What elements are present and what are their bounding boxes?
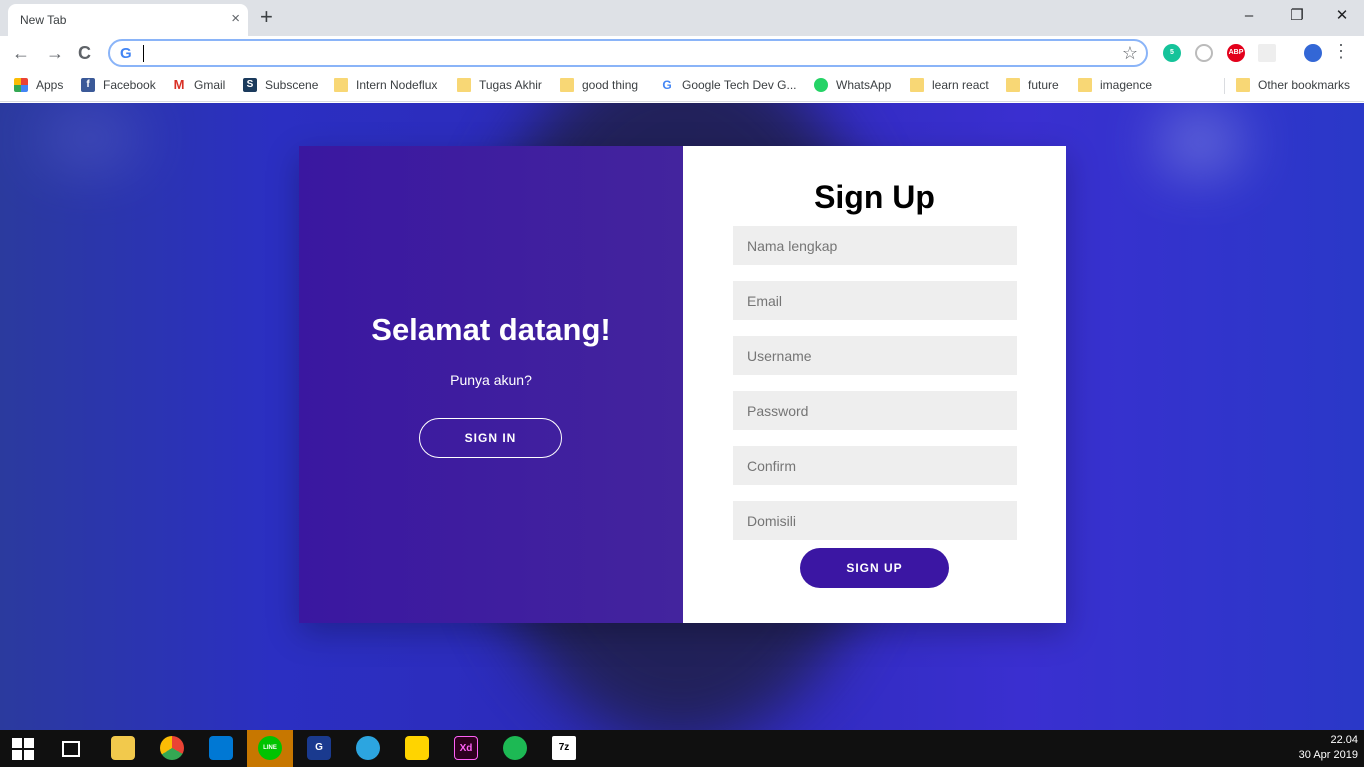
browser-menu-icon[interactable]: ⋮ [1332,41,1350,62]
tab-strip: New Tab × + – ❐ ✕ [0,0,1364,36]
address-bar[interactable]: G ☆ [108,39,1148,67]
task-view-icon[interactable] [62,741,80,757]
line-icon[interactable]: LINE [258,736,282,760]
folder-icon [1236,78,1250,92]
bookmark-whatsapp[interactable]: WhatsApp [814,78,891,92]
email-field[interactable] [733,281,1017,320]
gmail-icon: M [172,77,186,92]
folder-icon [1006,78,1020,92]
minimize-button[interactable]: – [1226,4,1272,28]
text-caret [143,45,144,62]
tab-close-icon[interactable]: × [231,10,240,28]
bookmark-star-icon[interactable]: ☆ [1122,43,1138,64]
bookmarks-bar: Apps f Facebook M Gmail S Subscene Inter… [0,70,1364,102]
bookmark-label: Tugas Akhir [479,78,542,92]
bookmark-label: Apps [36,78,64,92]
welcome-title: Selamat datang! [371,312,611,347]
bookmark-facebook[interactable]: f Facebook [81,78,156,92]
bookmark-imagence[interactable]: imagence [1078,78,1152,92]
password-field[interactable] [733,391,1017,430]
bookmark-label: Subscene [265,78,319,92]
reload-button[interactable]: C [78,41,91,65]
bookmark-label: Intern Nodeflux [356,78,438,92]
google-search-icon: G [120,45,132,62]
restore-button[interactable]: ❐ [1274,4,1320,28]
bookmarks-separator [1224,78,1225,94]
subscene-icon: S [243,78,257,92]
folder-icon [560,78,574,92]
folder-icon [1078,78,1092,92]
bookmark-gmail[interactable]: M Gmail [172,78,225,92]
bookmark-label: WhatsApp [836,78,892,92]
sticky-notes-icon[interactable] [405,736,429,760]
pdf-reader-icon[interactable]: G [307,736,331,760]
signup-panel: Sign Up SIGN UP [683,146,1066,623]
shield-icon[interactable] [1195,44,1213,62]
adblock-icon[interactable]: ABP [1227,44,1245,62]
facebook-icon: f [81,78,95,92]
bookmark-intern-nodeflux[interactable]: Intern Nodeflux [334,78,437,92]
have-account-text: Punya akun? [450,372,532,388]
bookmark-label: learn react [932,78,989,92]
bookmark-tugas-akhir[interactable]: Tugas Akhir [457,78,542,92]
bookmark-label: good thing [582,78,639,92]
chrome-icon[interactable] [160,736,184,760]
username-field[interactable] [733,336,1017,375]
background-logo-blur [40,113,140,163]
new-tab-button[interactable]: + [260,5,273,29]
close-window-button[interactable]: ✕ [1319,4,1364,28]
bookmark-label: Facebook [103,78,156,92]
file-explorer-icon[interactable] [111,736,135,760]
bookmark-label: Google Tech Dev G... [682,78,797,92]
domicile-field[interactable] [733,501,1017,540]
clock-time: 22.04 [1330,734,1358,746]
welcome-panel: Selamat datang! Punya akun? SIGN IN [299,146,683,623]
bookmark-google-tech-dev[interactable]: G Google Tech Dev G... [660,78,797,92]
profile-avatar-icon[interactable] [1304,44,1322,62]
bookmark-future[interactable]: future [1006,78,1059,92]
auth-card: Selamat datang! Punya akun? SIGN IN Sign… [299,146,1066,623]
folder-icon [457,78,471,92]
adobe-xd-icon[interactable]: Xd [454,736,478,760]
fullname-field[interactable] [733,226,1017,265]
system-clock[interactable]: 22.04 30 Apr 2019 [1299,733,1358,763]
sign-up-button[interactable]: SIGN UP [800,548,949,588]
tab-title: New Tab [20,13,67,27]
forward-button[interactable]: → [46,41,64,65]
bookmark-label: future [1028,78,1059,92]
google-icon: G [660,78,674,92]
browser-toolbar: ← → C G ☆ 5 ABP ⋮ [0,36,1364,70]
bookmark-subscene[interactable]: S Subscene [243,78,318,92]
tab-new-tab[interactable]: New Tab × [8,4,248,36]
whatsapp-icon [814,78,828,92]
apps-grid-icon [14,78,28,92]
page-viewport: Selamat datang! Punya akun? SIGN IN Sign… [0,103,1364,730]
extension-icon[interactable] [1258,44,1276,62]
7zip-icon[interactable]: 7z [552,736,576,760]
telegram-icon[interactable] [356,736,380,760]
bookmark-label: Other bookmarks [1258,78,1351,92]
background-button-blur [1160,117,1240,167]
form-title: Sign Up [814,179,935,215]
confirm-password-field[interactable] [733,446,1017,485]
bookmark-learn-react[interactable]: learn react [910,78,989,92]
sign-in-button[interactable]: SIGN IN [419,418,562,458]
bookmark-apps[interactable]: Apps [14,78,63,92]
bookmark-label: Gmail [194,78,226,92]
windows-start-icon[interactable] [12,738,34,760]
windows-taskbar: LINE G Xd 7z 22.04 30 Apr 2019 [0,730,1364,767]
back-button[interactable]: ← [12,41,30,65]
folder-icon [910,78,924,92]
grammarly-icon[interactable]: 5 [1163,44,1181,62]
clock-date: 30 Apr 2019 [1298,749,1358,761]
bookmark-other[interactable]: Other bookmarks [1236,78,1350,92]
bookmark-label: imagence [1100,78,1153,92]
folder-icon [334,78,348,92]
spotify-icon[interactable] [503,736,527,760]
bookmark-good-thing[interactable]: good thing [560,78,638,92]
vscode-icon[interactable] [209,736,233,760]
